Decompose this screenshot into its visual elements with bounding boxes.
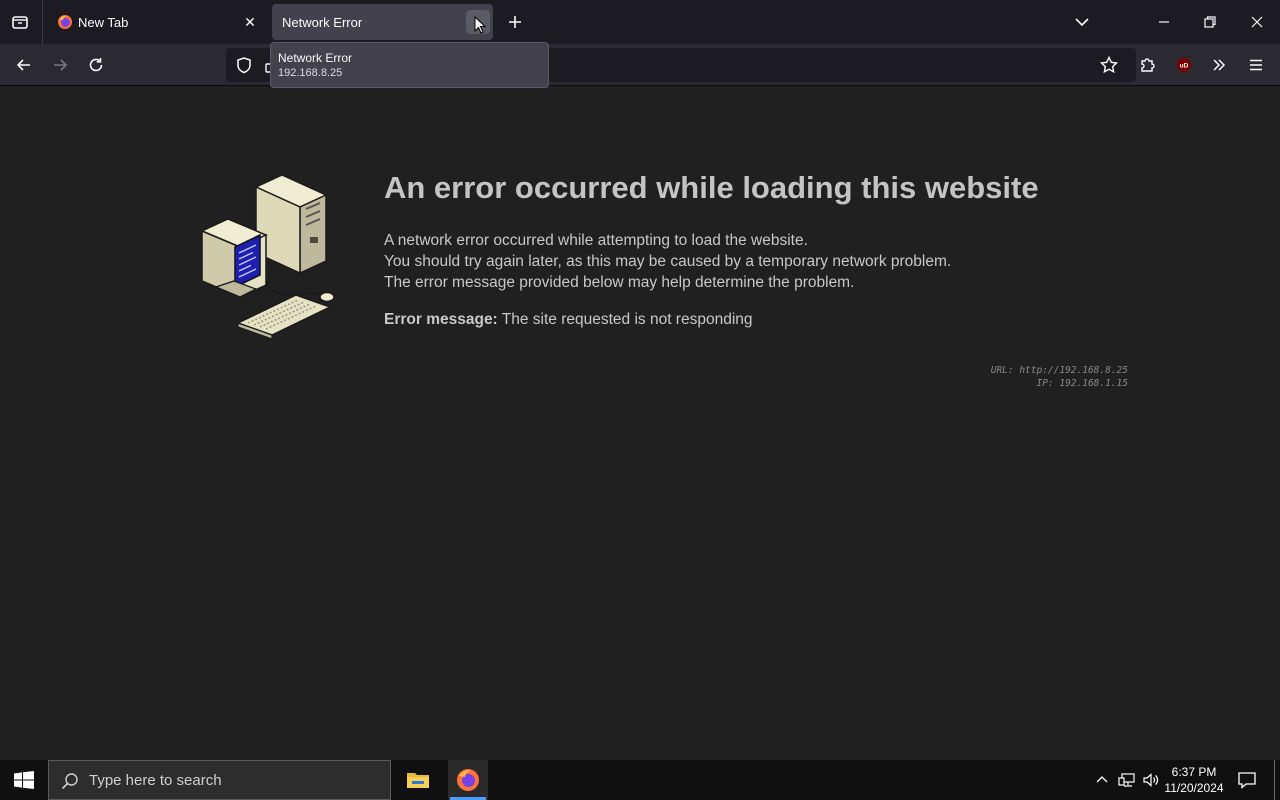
firefox-icon xyxy=(57,14,73,30)
navigation-toolbar: uD xyxy=(0,44,1280,86)
error-description-line-3: The error message provided below may hel… xyxy=(384,274,855,291)
error-description-line-1: A network error occurred while attemptin… xyxy=(384,232,808,249)
minimize-icon[interactable] xyxy=(1152,10,1176,34)
error-heading: An error occurred while loading this web… xyxy=(384,170,1039,205)
retro-computer-illustration xyxy=(198,174,338,343)
tab-title: Network Error xyxy=(282,15,363,30)
error-message: Error message: The site requested is not… xyxy=(384,311,753,329)
taskbar: Type here to search 6:37 PM 11/20/2024 xyxy=(0,760,1280,800)
clock-date: 11/20/2024 xyxy=(1164,781,1224,795)
network-icon[interactable] xyxy=(1118,772,1136,788)
notification-center-icon[interactable] xyxy=(1237,771,1257,789)
forward-arrow-icon[interactable] xyxy=(46,51,74,79)
tab-divider xyxy=(42,0,43,44)
hamburger-menu-icon[interactable] xyxy=(1242,51,1270,79)
restore-icon[interactable] xyxy=(1198,10,1222,34)
more-tools-chevrons-icon[interactable] xyxy=(1205,51,1233,79)
show-desktop-button[interactable] xyxy=(1274,760,1275,800)
back-arrow-icon[interactable] xyxy=(10,51,38,79)
shield-icon[interactable] xyxy=(235,56,253,79)
tab-title: New Tab xyxy=(78,15,129,30)
tooltip-title: Network Error xyxy=(278,51,353,65)
tab-new-tab[interactable]: New Tab ✕ xyxy=(46,4,268,40)
close-icon[interactable]: ✕ xyxy=(243,15,257,29)
error-message-label: Error message: xyxy=(384,311,498,328)
close-window-icon[interactable] xyxy=(1245,10,1269,34)
volume-icon[interactable] xyxy=(1142,772,1160,788)
taskbar-search-box[interactable]: Type here to search xyxy=(48,760,391,800)
error-description-line-2: You should try again later, as this may … xyxy=(384,253,952,270)
tab-network-error[interactable]: Network Error xyxy=(272,4,493,40)
list-all-tabs-chevron-icon[interactable] xyxy=(1070,10,1094,34)
ublock-origin-icon[interactable]: uD xyxy=(1170,51,1198,79)
file-explorer-icon[interactable] xyxy=(406,768,430,792)
system-clock[interactable]: 6:37 PM 11/20/2024 xyxy=(1160,764,1228,796)
tab-tooltip: Network Error 192.168.8.25 xyxy=(270,42,549,88)
reload-icon[interactable] xyxy=(82,51,110,79)
tab-overview-icon[interactable] xyxy=(8,10,32,34)
clock-time: 6:37 PM xyxy=(1171,765,1217,779)
page-content: An error occurred while loading this web… xyxy=(0,87,1280,760)
tab-strip: New Tab ✕ Network Error xyxy=(0,0,1280,44)
new-tab-plus-icon[interactable] xyxy=(503,10,527,34)
url-info: URL: http://192.168.8.25 xyxy=(990,365,1128,376)
bookmark-star-icon[interactable] xyxy=(1095,51,1123,79)
show-hidden-icons-chevron-icon[interactable] xyxy=(1094,772,1110,788)
tooltip-subtitle: 192.168.8.25 xyxy=(278,67,343,79)
error-message-text: The site requested is not responding xyxy=(501,311,753,328)
search-placeholder: Type here to search xyxy=(89,772,222,789)
firefox-taskbar-icon[interactable] xyxy=(448,760,488,800)
search-icon xyxy=(61,772,79,795)
mouse-cursor-icon xyxy=(474,15,487,39)
windows-start-icon[interactable] xyxy=(14,771,34,789)
svg-text:uD: uD xyxy=(1180,63,1189,70)
extensions-puzzle-icon[interactable] xyxy=(1134,51,1162,79)
ip-info: IP: 192.168.1.15 xyxy=(1036,378,1128,389)
